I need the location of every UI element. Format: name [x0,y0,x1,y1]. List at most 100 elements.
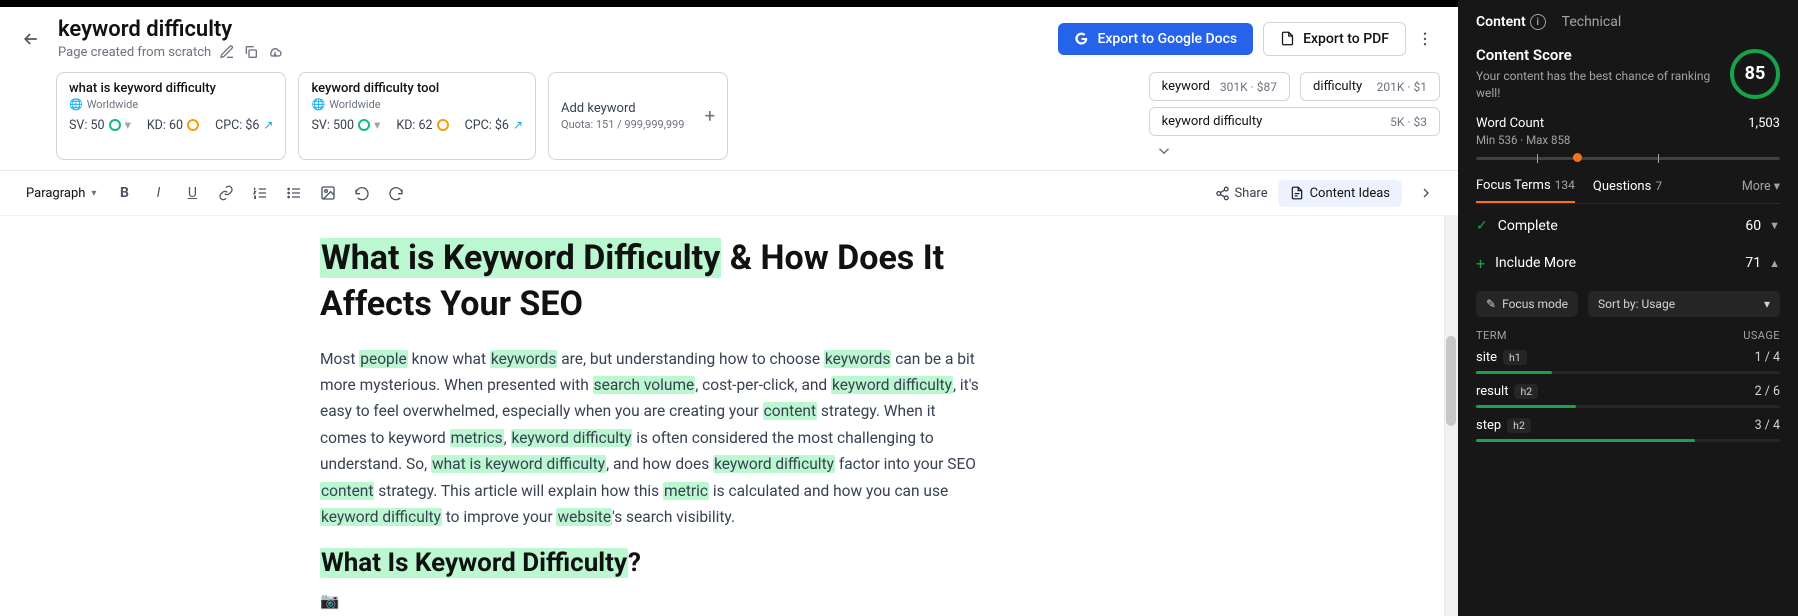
include-more-label: Include More [1495,255,1576,271]
score-description: Your content has the best chance of rank… [1476,68,1720,102]
share-label: Share [1234,186,1267,201]
kd-dot-icon [437,119,449,131]
chevron-down-icon: ▾ [1764,297,1770,311]
kd-dot-icon [187,119,199,131]
content-ideas-button[interactable]: Content Ideas [1278,180,1402,207]
term-tag: h2 [1514,384,1538,399]
dots-vertical-icon [1416,30,1434,48]
term-table-header: TERM USAGE [1476,329,1780,342]
keyword-card[interactable]: keyword difficulty tool 🌐Worldwide SV: 5… [298,72,536,160]
term-usage: 1 / 4 [1755,350,1780,365]
export-pdf-button[interactable]: Export to PDF [1263,22,1406,56]
tab-content[interactable]: Content i [1476,14,1546,30]
list-ul-icon [286,185,302,201]
term-row[interactable]: result h2 2 / 6 [1476,384,1780,408]
include-more-row[interactable]: + Include More 71 ▲ [1476,244,1780,283]
undo-button[interactable] [348,179,376,207]
term-progress-fill [1476,405,1576,408]
word-count-label: Word Count [1476,116,1544,131]
expand-pills-button[interactable] [1149,142,1290,160]
undo-icon [354,185,370,201]
term-name: step [1476,418,1501,433]
chevron-down-icon: ▼ [1769,219,1780,232]
document-heading-1[interactable]: What is Keyword Difficulty & How Does It… [320,236,980,328]
edit-icon[interactable] [219,44,235,60]
kd-stat: KD: 60 [147,118,199,133]
sort-by-select[interactable]: Sort by: Usage▾ [1588,291,1780,317]
file-icon [1280,31,1295,46]
block-type-select[interactable]: Paragraph▾ [18,182,104,205]
term-progress-track [1476,371,1780,374]
document-image-placeholder[interactable]: 📷 [320,588,980,614]
chevron-right-icon [1418,185,1434,201]
sv-dot-icon [109,119,121,131]
term-usage: 2 / 6 [1755,384,1780,399]
page-subtitle: Page created from scratch [58,45,211,60]
more-link[interactable]: More ▾ [1742,178,1780,202]
content-ideas-label: Content Ideas [1310,186,1390,201]
page-header: keyword difficulty Page created from scr… [0,7,1458,66]
scrollbar-thumb[interactable] [1446,336,1456,426]
word-count-range: Min 536 · Max 858 [1476,133,1780,147]
share-button[interactable]: Share [1215,186,1267,201]
plus-icon: + [1476,254,1485,273]
ordered-list-button[interactable] [246,179,274,207]
unordered-list-button[interactable] [280,179,308,207]
info-icon[interactable]: i [1530,14,1546,30]
bold-button[interactable]: B [110,179,138,207]
keyword-cards-row: what is keyword difficulty 🌐Worldwide SV… [0,66,1458,171]
keyword-pill[interactable]: keyword difficulty5K · $3 [1149,107,1440,136]
magic-icon: ✎ [1486,297,1496,311]
back-button[interactable] [18,26,44,52]
more-menu-button[interactable] [1416,30,1440,48]
keyword-card[interactable]: what is keyword difficulty 🌐Worldwide SV… [56,72,286,160]
score-value: 85 [1745,63,1766,84]
link-icon [218,185,234,201]
plus-icon: + [705,106,715,127]
link-button[interactable] [212,179,240,207]
document-editor[interactable]: What is Keyword Difficulty & How Does It… [0,216,1458,616]
google-icon [1074,31,1089,46]
kd-stat: KD: 62 [396,118,448,133]
term-name: result [1476,384,1508,399]
chevron-down-icon: ▾ [374,117,380,133]
copy-icon[interactable] [243,44,259,60]
scrollbar-track[interactable] [1444,216,1458,616]
add-keyword-button[interactable]: Add keyword Quota: 151 / 999,999,999 + [548,72,728,160]
expand-panel-button[interactable] [1412,179,1440,207]
focus-mode-button[interactable]: ✎Focus mode [1476,291,1578,317]
add-keyword-quota: Quota: 151 / 999,999,999 [561,118,684,131]
redo-button[interactable] [382,179,410,207]
score-ring: 85 [1730,49,1780,99]
tab-questions[interactable]: Questions 7 [1593,179,1662,202]
complete-row[interactable]: ✓ Complete 60 ▼ [1476,208,1780,244]
chevron-down-icon: ▾ [91,188,96,199]
chevron-up-icon: ▲ [1769,257,1780,270]
tab-focus-terms[interactable]: Focus Terms 134 [1476,178,1575,203]
trend-icon: ↗ [263,118,273,132]
term-row[interactable]: site h1 1 / 4 [1476,350,1780,374]
keyword-pill[interactable]: difficulty201K · $1 [1300,72,1440,101]
italic-button[interactable]: I [144,179,172,207]
term-row[interactable]: step h2 3 / 4 [1476,418,1780,442]
document-paragraph[interactable]: Most people know what keywords are, but … [320,346,980,530]
term-tag: h2 [1507,418,1531,433]
export-google-docs-button[interactable]: Export to Google Docs [1058,23,1253,55]
add-keyword-label: Add keyword [561,101,684,116]
score-title: Content Score [1476,46,1720,64]
underline-button[interactable]: U [178,179,206,207]
tab-technical[interactable]: Technical [1562,14,1622,30]
cloud-icon[interactable] [267,44,283,60]
document-heading-2[interactable]: What Is Keyword Difficulty? [320,548,980,578]
keyword-pill[interactable]: keyword301K · $87 [1149,72,1290,101]
col-usage: USAGE [1743,329,1780,342]
sv-stat[interactable]: SV: 50 ▾ [69,117,131,133]
sv-stat[interactable]: SV: 500 ▾ [311,117,380,133]
image-icon [320,185,336,201]
term-progress-fill [1476,439,1695,442]
list-ol-icon [252,185,268,201]
term-name: site [1476,350,1497,365]
keyword-pills: keyword301K · $87 difficulty201K · $1 ke… [1149,72,1440,160]
editor-toolbar: Paragraph▾ B I U Share Content Ideas [0,171,1458,216]
image-button[interactable] [314,179,342,207]
